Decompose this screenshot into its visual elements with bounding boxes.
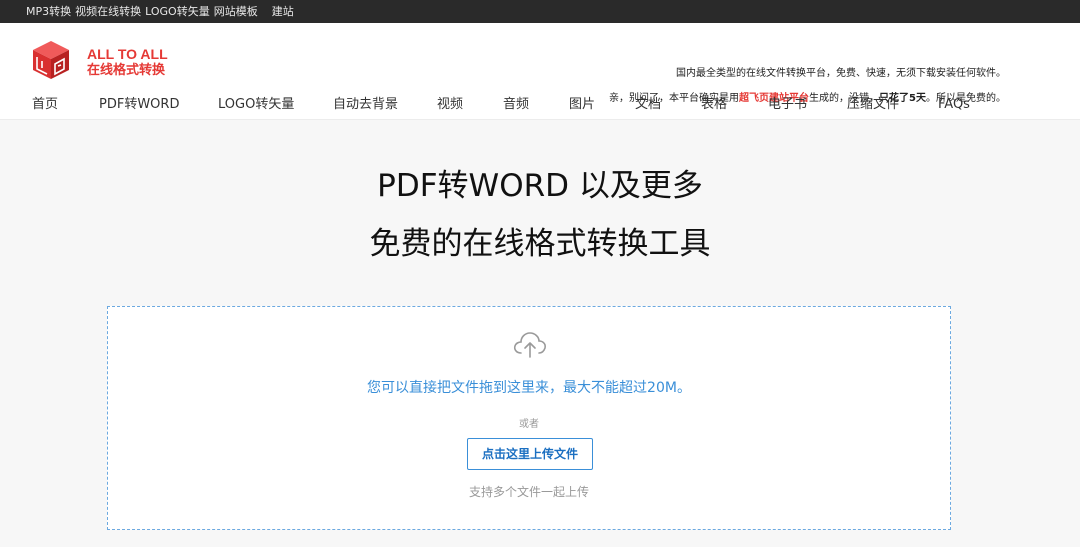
brand-block[interactable]: ALL TO ALL 在线格式转换 (87, 46, 168, 80)
hero-title-line1: PDF转WORD 以及更多 (377, 168, 703, 204)
main-nav (0, 119, 1080, 143)
nav-item-remove-bg[interactable]: 自动去背景 (333, 96, 398, 114)
upload-file-button[interactable]: 点击这里上传文件 (467, 438, 593, 470)
cube-logo-icon[interactable] (30, 39, 72, 81)
nav-item-archive[interactable]: 压缩文件 (847, 96, 899, 114)
nav-item-image[interactable]: 图片 (569, 96, 595, 114)
nav-item-document[interactable]: 文档 (635, 96, 661, 114)
nav-item-pdf-to-word[interactable]: PDF转WORD (99, 96, 179, 114)
topbar-gap (262, 0, 268, 23)
hero-title-line2: 免费的在线格式转换工具 (369, 226, 711, 262)
topbar-link-mp3[interactable]: MP3转换 (26, 0, 71, 23)
nav-item-audio[interactable]: 音频 (503, 96, 529, 114)
brand-name-en: ALL TO ALL (87, 46, 168, 62)
dropzone-instruction: 您可以直接把文件拖到这里来，最大不能超过20M。 (367, 380, 691, 396)
topbar-link-build[interactable]: 建站 (272, 0, 294, 23)
top-bar: MP3转换 视频在线转换 LOGO转矢量 网站模板 建站 (0, 0, 1080, 23)
header-slogan: 国内最全类型的在线文件转换平台，免费、快速，无须下载安装任何软件。 (676, 68, 1006, 79)
nav-item-video[interactable]: 视频 (437, 96, 463, 114)
nav-item-faqs[interactable]: FAQs (938, 96, 970, 114)
topbar-link-logo[interactable]: LOGO转矢量 (145, 0, 210, 23)
dropzone-or: 或者 (519, 419, 539, 430)
topbar-link-video[interactable]: 视频在线转换 (75, 0, 141, 23)
nav-item-home[interactable]: 首页 (32, 96, 58, 114)
topbar-link-template[interactable]: 网站模板 (214, 0, 258, 23)
file-dropzone[interactable]: 您可以直接把文件拖到这里来，最大不能超过20M。 或者 点击这里上传文件 支持多… (107, 306, 951, 530)
nav-item-sheet[interactable]: 表格 (701, 96, 727, 114)
brand-name-cn: 在线格式转换 (87, 63, 166, 78)
dropzone-multi-note: 支持多个文件一起上传 (468, 485, 589, 499)
main-nav-bar: 首页 PDF转WORD LOGO转矢量 自动去背景 视频 音频 图片 文档 表格… (0, 96, 1080, 120)
nav-item-ebook[interactable]: 电子书 (768, 96, 807, 114)
nav-item-logo-vector[interactable]: LOGO转矢量 (218, 96, 294, 114)
cloud-upload-icon (513, 332, 546, 358)
